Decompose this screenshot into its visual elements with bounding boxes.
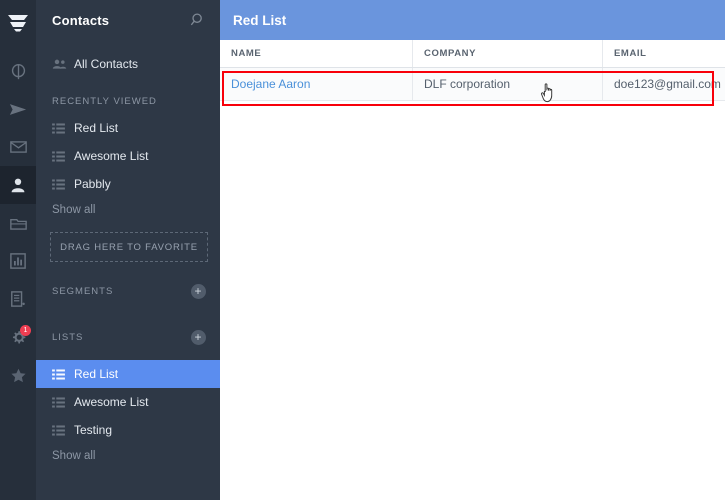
list-icon bbox=[52, 368, 74, 380]
sidebar-item-label: Pabbly bbox=[74, 177, 111, 191]
person-icon bbox=[11, 178, 25, 193]
sidebar-header: Contacts bbox=[36, 0, 220, 40]
rail-item-campaigns[interactable] bbox=[0, 90, 36, 128]
icon-rail: 1 bbox=[0, 0, 36, 500]
section-label: SEGMENTS bbox=[52, 285, 114, 297]
sidebar-item-recent-red-list[interactable]: Red List bbox=[36, 114, 220, 142]
settings-badge: 1 bbox=[20, 325, 31, 336]
rail-item-favorites[interactable] bbox=[0, 356, 36, 394]
star-icon bbox=[10, 368, 26, 382]
drag-to-favorite-dropzone[interactable]: DRAG HERE TO FAVORITE bbox=[50, 232, 208, 262]
sidebar-item-label: All Contacts bbox=[74, 57, 139, 71]
show-all-label: Show all bbox=[52, 204, 96, 216]
send-icon bbox=[9, 103, 27, 115]
section-lists: LISTS + bbox=[36, 324, 220, 350]
app-logo-icon bbox=[8, 15, 28, 32]
dashboard-icon bbox=[11, 63, 25, 79]
search-icon[interactable] bbox=[190, 12, 206, 28]
rail-item-files[interactable] bbox=[0, 204, 36, 242]
contacts-sidebar: Contacts All Contacts RECENTLY VIEWED Re… bbox=[36, 0, 220, 500]
people-icon bbox=[52, 58, 74, 70]
list-icon bbox=[52, 424, 74, 436]
table-row[interactable]: Doejane Aaron DLF corporation doe123@gma… bbox=[220, 68, 725, 101]
sidebar-item-recent-pabbly[interactable]: Pabbly bbox=[36, 170, 220, 198]
page-title: Red List bbox=[233, 12, 287, 28]
sidebar-title: Contacts bbox=[52, 12, 110, 28]
recently-viewed-show-all[interactable]: Show all bbox=[36, 198, 220, 222]
sidebar-item-label: Awesome List bbox=[74, 395, 149, 409]
section-segments: SEGMENTS + bbox=[36, 278, 220, 304]
section-recently-viewed: RECENTLY VIEWED bbox=[36, 88, 220, 114]
main-content: Red List NAME COMPANY EMAIL Doejane Aaro… bbox=[220, 0, 725, 500]
list-icon bbox=[52, 178, 74, 190]
rail-item-templates[interactable] bbox=[0, 280, 36, 318]
sidebar-item-list-awesome-list[interactable]: Awesome List bbox=[36, 388, 220, 416]
folder-icon bbox=[9, 218, 27, 230]
app-logo[interactable] bbox=[0, 6, 36, 40]
column-header-email[interactable]: EMAIL bbox=[602, 40, 725, 67]
chart-icon bbox=[10, 253, 26, 269]
sidebar-item-list-red-list[interactable]: Red List bbox=[36, 360, 220, 388]
mail-icon bbox=[9, 141, 27, 153]
cell-email: doe123@gmail.com bbox=[602, 68, 725, 100]
dropzone-label: DRAG HERE TO FAVORITE bbox=[60, 241, 198, 253]
pointer-hand-cursor bbox=[540, 82, 557, 103]
table-header-row: NAME COMPANY EMAIL bbox=[220, 40, 725, 68]
sidebar-item-label: Testing bbox=[74, 423, 113, 437]
section-label: LISTS bbox=[52, 331, 84, 343]
app-window: 1 Contacts All Contacts RECENTLY VIEWED … bbox=[0, 0, 725, 500]
sidebar-item-label: Red List bbox=[74, 367, 119, 381]
show-all-label: Show all bbox=[52, 450, 96, 462]
contact-name-link[interactable]: Doejane Aaron bbox=[231, 77, 310, 91]
list-header: Red List bbox=[220, 0, 725, 40]
cell-company: DLF corporation bbox=[412, 68, 602, 100]
rail-item-settings[interactable]: 1 bbox=[0, 318, 36, 356]
sidebar-item-list-testing[interactable]: Testing bbox=[36, 416, 220, 444]
cell-name: Doejane Aaron bbox=[220, 68, 412, 100]
lists-show-all[interactable]: Show all bbox=[36, 444, 220, 468]
section-label: RECENTLY VIEWED bbox=[52, 95, 157, 107]
contacts-table: NAME COMPANY EMAIL Doejane Aaron DLF cor… bbox=[220, 40, 725, 101]
list-icon bbox=[52, 150, 74, 162]
sidebar-item-label: Awesome List bbox=[74, 149, 149, 163]
rail-item-mail[interactable] bbox=[0, 128, 36, 166]
list-icon bbox=[52, 122, 74, 134]
document-icon bbox=[11, 291, 25, 307]
sidebar-item-all-contacts[interactable]: All Contacts bbox=[36, 50, 220, 78]
rail-item-reports[interactable] bbox=[0, 242, 36, 280]
column-header-name[interactable]: NAME bbox=[220, 40, 412, 67]
add-segment-button[interactable]: + bbox=[191, 283, 206, 299]
sidebar-item-label: Red List bbox=[74, 121, 119, 135]
rail-item-dashboard[interactable] bbox=[0, 52, 36, 90]
column-header-company[interactable]: COMPANY bbox=[412, 40, 602, 67]
rail-item-contacts[interactable] bbox=[0, 166, 36, 204]
list-icon bbox=[52, 396, 74, 408]
sidebar-item-recent-awesome-list[interactable]: Awesome List bbox=[36, 142, 220, 170]
add-list-button[interactable]: + bbox=[191, 329, 206, 345]
